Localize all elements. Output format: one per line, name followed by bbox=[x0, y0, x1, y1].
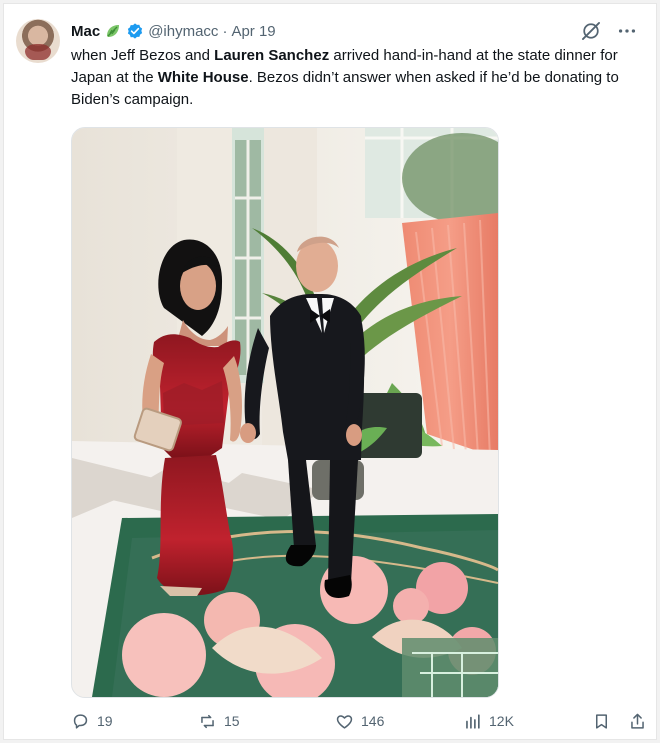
top-actions bbox=[580, 20, 638, 42]
tweet-text: when Jeff Bezos and Lauren Sanchez arriv… bbox=[71, 45, 636, 111]
tweet-header: Mac @ihymacc · Apr 19 bbox=[71, 19, 276, 43]
separator: · bbox=[222, 22, 228, 40]
more-icon[interactable] bbox=[616, 20, 638, 42]
like-button[interactable]: 146 bbox=[335, 707, 384, 735]
reply-button[interactable]: 19 bbox=[71, 707, 113, 735]
grok-icon[interactable] bbox=[580, 20, 602, 42]
display-name[interactable]: Mac bbox=[71, 23, 100, 40]
tweet-text-part-1: when Jeff Bezos and bbox=[71, 47, 215, 64]
like-icon bbox=[336, 714, 353, 729]
views-icon bbox=[466, 713, 480, 729]
verified-badge-icon bbox=[126, 22, 144, 40]
photo-illustration bbox=[72, 128, 498, 697]
bookmark-button[interactable] bbox=[592, 707, 611, 735]
tweet-actions: 19 15 146 12K bbox=[64, 707, 649, 735]
mention-white-house: White House bbox=[157, 69, 249, 86]
views-count: 12K bbox=[489, 713, 514, 729]
reply-count: 19 bbox=[97, 713, 113, 729]
tweet-card[interactable]: Mac @ihymacc · Apr 19 when Jeff Bezos an… bbox=[3, 3, 657, 740]
share-button[interactable] bbox=[628, 707, 647, 735]
like-count: 146 bbox=[361, 713, 385, 729]
reply-icon bbox=[73, 713, 88, 729]
bookmark-icon bbox=[595, 713, 608, 729]
leaf-icon bbox=[104, 22, 122, 40]
handle[interactable]: @ihymacc bbox=[148, 23, 218, 40]
repost-count: 15 bbox=[224, 713, 240, 729]
repost-button[interactable]: 15 bbox=[198, 707, 240, 735]
tweet-photo[interactable] bbox=[71, 127, 499, 698]
views-button[interactable]: 12K bbox=[463, 707, 514, 735]
tweet-date[interactable]: Apr 19 bbox=[231, 23, 275, 40]
share-icon bbox=[631, 713, 644, 729]
mention-lauren-sanchez: Lauren Sanchez bbox=[214, 47, 330, 64]
repost-icon bbox=[201, 714, 214, 728]
profile-avatar[interactable] bbox=[16, 19, 60, 63]
